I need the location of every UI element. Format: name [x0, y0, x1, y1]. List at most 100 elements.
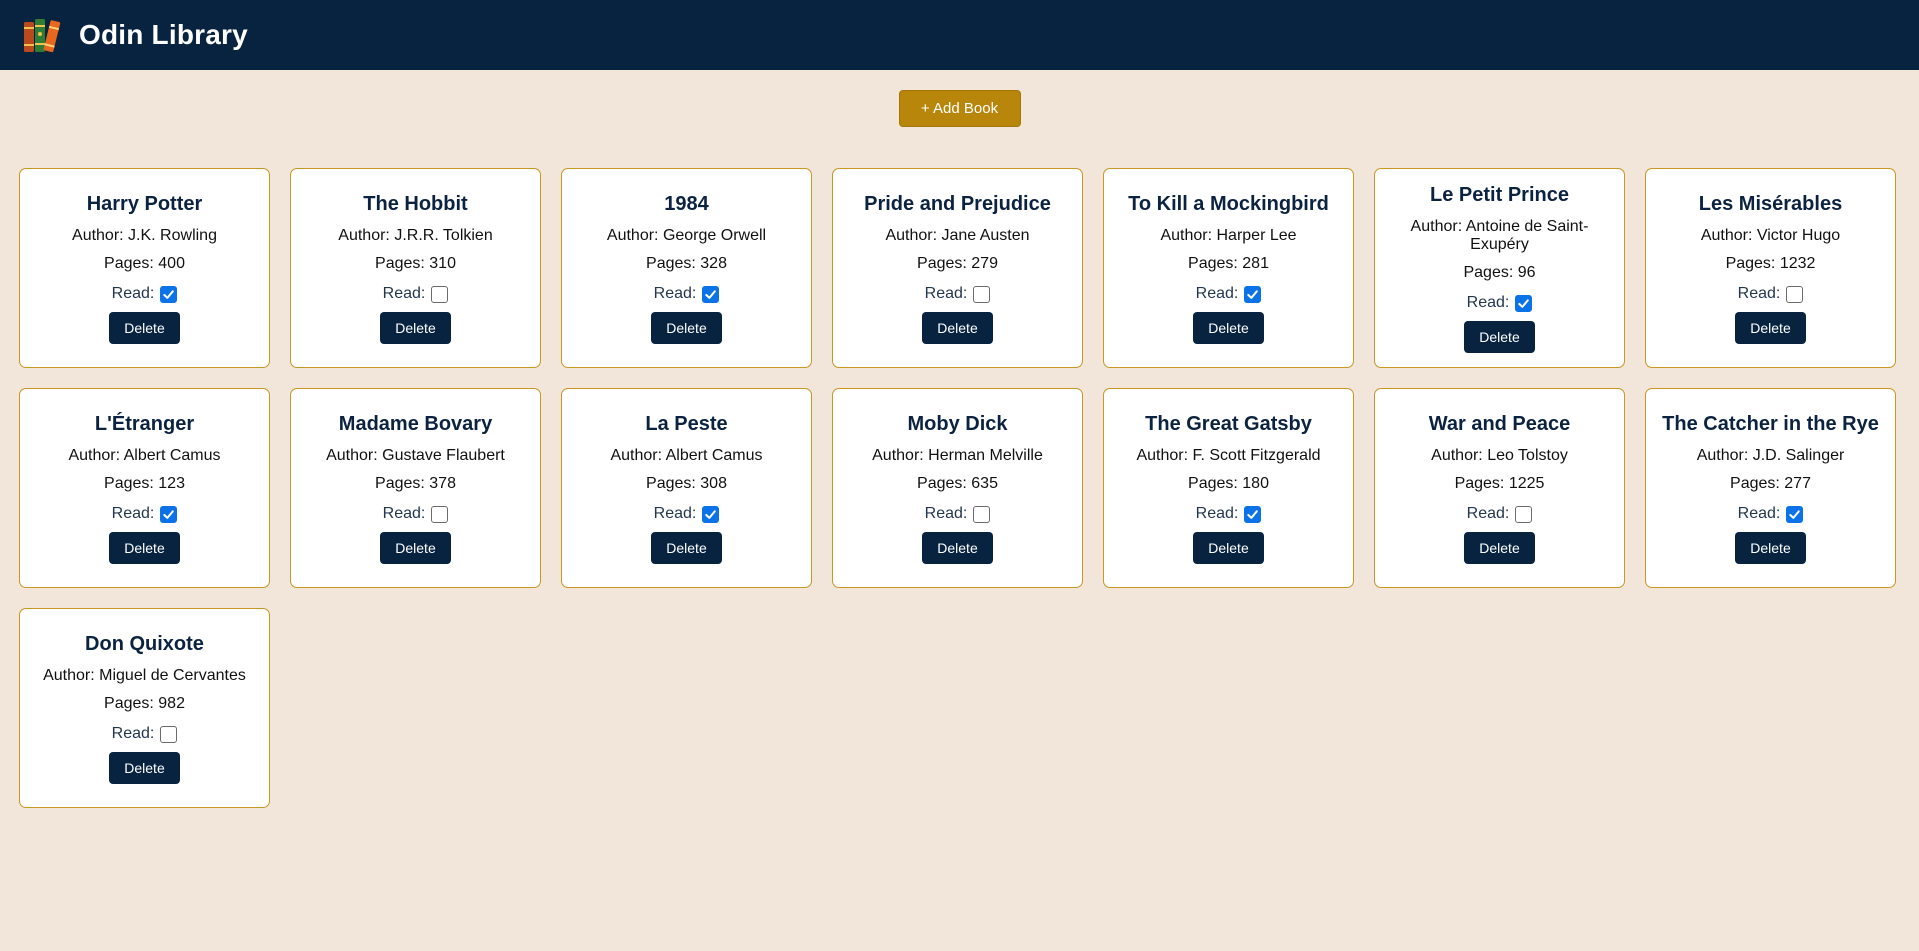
- read-label: Read:: [111, 285, 155, 302]
- checkmark-icon: [163, 509, 175, 519]
- checkmark-icon: [705, 509, 717, 519]
- book-card: The Hobbit Author: J.R.R. Tolkien Pages:…: [290, 168, 541, 368]
- read-toggle-row: Read:: [112, 285, 178, 303]
- book-card: War and Peace Author: Leo Tolstoy Pages:…: [1374, 388, 1625, 588]
- book-title: Harry Potter: [86, 193, 203, 215]
- delete-button[interactable]: Delete: [922, 312, 993, 344]
- delete-button[interactable]: Delete: [1464, 321, 1535, 353]
- read-toggle-row: Read:: [654, 505, 720, 523]
- delete-button[interactable]: Delete: [651, 532, 722, 564]
- book-pages: Pages: 635: [917, 475, 998, 492]
- book-card: Madame Bovary Author: Gustave Flaubert P…: [290, 388, 541, 588]
- read-checkbox[interactable]: [973, 285, 991, 303]
- read-checkbox[interactable]: [702, 285, 720, 303]
- book-title: The Hobbit: [363, 193, 468, 215]
- delete-button[interactable]: Delete: [109, 532, 180, 564]
- delete-button[interactable]: Delete: [1464, 532, 1535, 564]
- read-checkbox[interactable]: [1786, 285, 1804, 303]
- book-pages: Pages: 310: [375, 255, 456, 272]
- book-pages: Pages: 982: [104, 695, 185, 712]
- book-title: Don Quixote: [85, 633, 204, 655]
- delete-button[interactable]: Delete: [1193, 532, 1264, 564]
- checkmark-icon: [705, 289, 717, 299]
- book-card: Pride and Prejudice Author: Jane Austen …: [832, 168, 1083, 368]
- read-checkbox[interactable]: [973, 505, 991, 523]
- book-author: Author: Leo Tolstoy: [1431, 447, 1568, 464]
- checkmark-icon: [1518, 298, 1530, 308]
- book-author: Author: George Orwell: [606, 227, 767, 244]
- book-card: Harry Potter Author: J.K. Rowling Pages:…: [19, 168, 270, 368]
- delete-button[interactable]: Delete: [380, 532, 451, 564]
- read-toggle-row: Read:: [1196, 505, 1262, 523]
- read-checkbox[interactable]: [431, 505, 449, 523]
- book-title: Le Petit Prince: [1430, 184, 1569, 206]
- read-toggle-row: Read:: [925, 505, 991, 523]
- read-checkbox[interactable]: [1515, 294, 1533, 312]
- read-checkbox[interactable]: [431, 285, 449, 303]
- book-author: Author: Harper Lee: [1160, 227, 1297, 244]
- read-label: Read:: [111, 725, 155, 742]
- read-toggle-row: Read:: [1467, 505, 1533, 523]
- book-pages: Pages: 180: [1188, 475, 1269, 492]
- book-author: Author: J.D. Salinger: [1696, 447, 1845, 464]
- book-author: Author: F. Scott Fitzgerald: [1136, 447, 1321, 464]
- book-card: Les Misérables Author: Victor Hugo Pages…: [1645, 168, 1896, 368]
- book-author: Author: J.R.R. Tolkien: [338, 227, 493, 244]
- read-toggle-row: Read:: [1467, 294, 1533, 312]
- read-label: Read:: [1195, 285, 1239, 302]
- book-card: To Kill a Mockingbird Author: Harper Lee…: [1103, 168, 1354, 368]
- book-author: Author: Herman Melville: [872, 447, 1043, 464]
- book-pages: Pages: 96: [1463, 264, 1536, 281]
- book-author: Author: Antoine de Saint-Exupéry: [1410, 218, 1589, 253]
- book-pages: Pages: 123: [104, 475, 185, 492]
- read-checkbox[interactable]: [160, 505, 178, 523]
- delete-button[interactable]: Delete: [109, 312, 180, 344]
- read-label: Read:: [924, 505, 968, 522]
- book-author: Author: Albert Camus: [610, 447, 763, 464]
- book-title: The Great Gatsby: [1145, 413, 1312, 435]
- book-pages: Pages: 1225: [1454, 475, 1545, 492]
- read-toggle-row: Read:: [383, 505, 449, 523]
- book-card: The Great Gatsby Author: F. Scott Fitzge…: [1103, 388, 1354, 588]
- delete-button[interactable]: Delete: [1735, 532, 1806, 564]
- book-title: Moby Dick: [907, 413, 1008, 435]
- read-checkbox[interactable]: [1786, 505, 1804, 523]
- toolbar: + Add Book: [0, 70, 1919, 168]
- book-title: War and Peace: [1428, 413, 1571, 435]
- book-title: L'Étranger: [94, 413, 195, 435]
- book-author: Author: Gustave Flaubert: [326, 447, 505, 464]
- delete-button[interactable]: Delete: [651, 312, 722, 344]
- delete-button[interactable]: Delete: [109, 752, 180, 784]
- delete-button[interactable]: Delete: [922, 532, 993, 564]
- book-title: To Kill a Mockingbird: [1128, 193, 1329, 215]
- book-pages: Pages: 308: [646, 475, 727, 492]
- read-checkbox[interactable]: [1244, 505, 1262, 523]
- read-label: Read:: [1737, 285, 1781, 302]
- delete-button[interactable]: Delete: [380, 312, 451, 344]
- book-card: 1984 Author: George Orwell Pages: 328 Re…: [561, 168, 812, 368]
- add-book-button[interactable]: + Add Book: [898, 90, 1021, 127]
- read-label: Read:: [653, 505, 697, 522]
- read-label: Read:: [111, 505, 155, 522]
- read-toggle-row: Read:: [1738, 285, 1804, 303]
- book-pages: Pages: 281: [1188, 255, 1269, 272]
- read-checkbox[interactable]: [1244, 285, 1262, 303]
- checkmark-icon: [1247, 509, 1259, 519]
- read-label: Read:: [1466, 505, 1510, 522]
- book-pages: Pages: 400: [104, 255, 185, 272]
- book-pages: Pages: 279: [917, 255, 998, 272]
- read-label: Read:: [924, 285, 968, 302]
- book-card: La Peste Author: Albert Camus Pages: 308…: [561, 388, 812, 588]
- checkmark-icon: [163, 289, 175, 299]
- read-checkbox[interactable]: [160, 725, 178, 743]
- read-checkbox[interactable]: [160, 285, 178, 303]
- delete-button[interactable]: Delete: [1193, 312, 1264, 344]
- book-card: Don Quixote Author: Miguel de Cervantes …: [19, 608, 270, 808]
- delete-button[interactable]: Delete: [1735, 312, 1806, 344]
- book-author: Author: Albert Camus: [68, 447, 221, 464]
- book-author: Author: J.K. Rowling: [72, 227, 217, 244]
- read-checkbox[interactable]: [1515, 505, 1533, 523]
- read-checkbox[interactable]: [702, 505, 720, 523]
- read-label: Read:: [1466, 294, 1510, 311]
- book-title: Madame Bovary: [338, 413, 493, 435]
